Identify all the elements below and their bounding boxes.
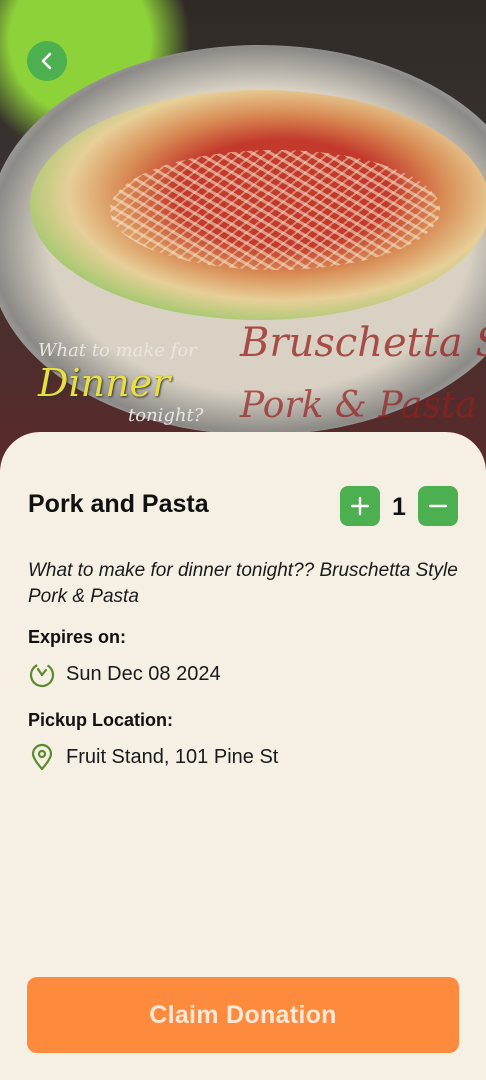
decrease-quantity-button[interactable] bbox=[418, 486, 458, 526]
expires-row: Sun Dec 08 2024 bbox=[28, 660, 221, 688]
watermark-line2: Dinner bbox=[38, 361, 171, 405]
watermark-right2: Pork & Pasta bbox=[240, 385, 477, 426]
plus-icon bbox=[350, 496, 370, 516]
quantity-value: 1 bbox=[392, 493, 406, 521]
location-pin-icon bbox=[28, 743, 56, 771]
pickup-row: Fruit Stand, 101 Pine St bbox=[28, 743, 278, 771]
claim-donation-button[interactable]: Claim Donation bbox=[27, 977, 459, 1053]
item-description: What to make for dinner tonight?? Brusch… bbox=[28, 560, 458, 607]
expires-label: Expires on: bbox=[28, 627, 127, 647]
watermark-line1: What to make for bbox=[38, 340, 197, 361]
expires-value: Sun Dec 08 2024 bbox=[66, 662, 221, 685]
photo-watermark-left: What to make for Dinner tonight? bbox=[38, 340, 203, 426]
food-photo: What to make for Dinner tonight? Brusche… bbox=[0, 0, 486, 470]
increase-quantity-button[interactable] bbox=[340, 486, 380, 526]
timer-icon bbox=[28, 660, 56, 688]
pickup-label: Pickup Location: bbox=[28, 710, 174, 730]
item-title: Pork and Pasta bbox=[28, 490, 209, 518]
watermark-line3: tonight? bbox=[128, 405, 204, 426]
watermark-right1: Bruschetta Style bbox=[240, 320, 486, 366]
chevron-left-icon bbox=[41, 52, 52, 70]
pickup-value: Fruit Stand, 101 Pine St bbox=[66, 745, 279, 768]
cheese-texture bbox=[110, 150, 440, 270]
back-button[interactable] bbox=[27, 41, 67, 81]
minus-icon bbox=[428, 504, 448, 508]
